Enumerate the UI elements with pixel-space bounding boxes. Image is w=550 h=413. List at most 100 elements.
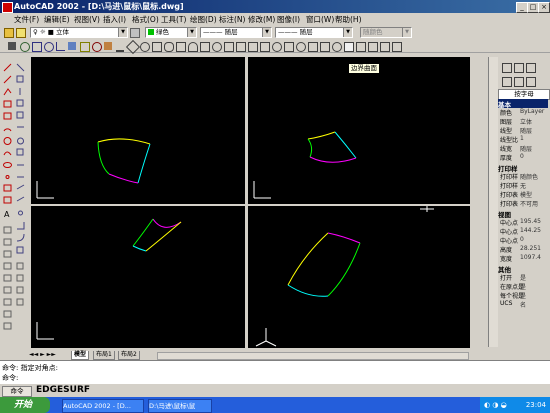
prop-value[interactable]: 144.25 bbox=[520, 227, 541, 234]
close-button[interactable]: × bbox=[538, 2, 550, 13]
hide-icon[interactable] bbox=[392, 42, 402, 52]
section-plotstyle[interactable]: 打印样 bbox=[498, 163, 548, 173]
viewport-top-right[interactable] bbox=[248, 57, 470, 204]
toggle-pickadd-icon[interactable] bbox=[526, 63, 536, 73]
section-view[interactable]: 视图 bbox=[498, 209, 548, 219]
prop-value[interactable]: 模型 bbox=[520, 190, 532, 199]
prop-value[interactable]: 0 bbox=[520, 236, 524, 243]
plotstyle-combo[interactable]: 随颜色 ▼ bbox=[360, 27, 412, 38]
color-combo[interactable]: 绿色 ▼ bbox=[145, 27, 197, 38]
undo-icon[interactable] bbox=[20, 42, 30, 52]
polygon-icon[interactable] bbox=[125, 39, 141, 55]
menu-format[interactable]: 格式(O) bbox=[132, 14, 159, 25]
make-current-icon[interactable] bbox=[130, 28, 140, 38]
rectangle-icon[interactable] bbox=[32, 42, 42, 52]
sphere-icon[interactable] bbox=[164, 42, 174, 52]
tab-layout2[interactable]: 布局2 bbox=[118, 351, 140, 360]
autocad-app-icon[interactable] bbox=[2, 2, 13, 13]
torus-icon[interactable] bbox=[212, 42, 222, 52]
ellipse-icon[interactable] bbox=[140, 42, 150, 52]
menu-image[interactable]: 图像(I) bbox=[277, 14, 300, 25]
cylinder-icon[interactable] bbox=[200, 42, 210, 52]
revolve-icon[interactable] bbox=[236, 42, 246, 52]
menu-insert[interactable]: 插入(I) bbox=[103, 14, 126, 25]
command-prompt[interactable]: 命令: bbox=[2, 373, 18, 383]
menu-view[interactable]: 视图(V) bbox=[74, 14, 100, 25]
command-window[interactable]: 命令: 指定对角点: 命令: bbox=[0, 360, 550, 385]
interfere-icon[interactable] bbox=[272, 42, 282, 52]
prop-value[interactable]: 28.251 bbox=[520, 245, 541, 252]
cone-icon[interactable] bbox=[188, 42, 198, 52]
prop-value[interactable]: 1 bbox=[520, 135, 524, 142]
lineweight-combo[interactable]: ——— 随层 ▼ bbox=[275, 27, 353, 38]
3d-mesh-icon[interactable] bbox=[296, 42, 306, 52]
save-icon[interactable] bbox=[8, 42, 16, 50]
extrude-icon[interactable] bbox=[224, 42, 234, 52]
tab-layout1[interactable]: 布局1 bbox=[93, 351, 115, 360]
section-misc[interactable]: 其他 bbox=[498, 264, 548, 274]
wedge-icon[interactable] bbox=[176, 42, 186, 52]
viewport-bottom-left[interactable] bbox=[31, 206, 245, 348]
shade-icon[interactable] bbox=[380, 42, 390, 52]
taskbar-explorer[interactable]: D:\马进\鼠标\鼠 bbox=[148, 399, 212, 413]
prop-value[interactable]: 是 bbox=[520, 282, 526, 291]
circle-icon[interactable] bbox=[44, 42, 54, 52]
prop-value[interactable]: 是 bbox=[520, 273, 526, 282]
plot-icon[interactable] bbox=[526, 77, 536, 87]
linetype-combo[interactable]: ——— 随层 ▼ bbox=[200, 27, 272, 38]
clock[interactable]: 23:04 bbox=[526, 397, 546, 413]
prop-value[interactable]: 随颜色 bbox=[520, 172, 538, 181]
layer-combo[interactable]: ♀ ☼ ■ 立体 ▼ bbox=[30, 27, 128, 38]
prop-value[interactable]: 不可用 bbox=[520, 199, 538, 208]
revolved-surface-icon[interactable] bbox=[308, 42, 318, 52]
menu-tools[interactable]: 工具(T) bbox=[161, 14, 186, 25]
prop-value[interactable]: 名 bbox=[520, 300, 526, 309]
prop-value[interactable]: 随层 bbox=[520, 144, 532, 153]
copy-icon[interactable] bbox=[80, 42, 90, 52]
slice-icon[interactable] bbox=[248, 42, 258, 52]
menu-draw[interactable]: 绘图(D) bbox=[190, 14, 217, 25]
dim-style-icon[interactable] bbox=[514, 77, 524, 87]
box-icon[interactable] bbox=[152, 42, 162, 52]
block-icon[interactable] bbox=[104, 42, 112, 50]
menu-dimension[interactable]: 标注(N) bbox=[219, 14, 245, 25]
ruled-surface-icon[interactable] bbox=[332, 42, 342, 52]
render-icon[interactable] bbox=[368, 42, 378, 52]
prop-value[interactable]: 1097.4 bbox=[520, 254, 541, 261]
3d-face-icon[interactable] bbox=[284, 42, 294, 52]
taskbar-autocad[interactable]: AutoCAD 2002 - [D... bbox=[62, 399, 144, 413]
prop-value[interactable]: ByLayer bbox=[520, 108, 544, 115]
arc-icon[interactable] bbox=[56, 42, 65, 51]
rotate-icon[interactable] bbox=[92, 42, 102, 52]
menu-edit[interactable]: 编辑(E) bbox=[44, 14, 70, 25]
prop-value[interactable]: 0 bbox=[520, 153, 524, 160]
section-icon[interactable] bbox=[260, 42, 270, 52]
viewport-bottom-right-active[interactable] bbox=[248, 206, 470, 348]
tab-scroll-arrows-icon[interactable]: ◄◄ ► ►► bbox=[29, 351, 56, 358]
menu-file[interactable]: 文件(F) bbox=[14, 14, 39, 25]
prop-value[interactable]: 无 bbox=[520, 181, 526, 190]
layer-state-icon[interactable] bbox=[16, 28, 26, 38]
quick-select-icon[interactable] bbox=[514, 63, 524, 73]
start-button[interactable]: 开始 bbox=[0, 397, 50, 413]
polyline-icon[interactable] bbox=[68, 42, 76, 50]
edge-surface-icon[interactable] bbox=[344, 42, 354, 52]
menu-window[interactable]: 窗口(W) bbox=[306, 14, 334, 25]
prop-value[interactable]: 立体 bbox=[520, 117, 532, 126]
menu-modify[interactable]: 修改(M) bbox=[248, 14, 275, 25]
menu-help[interactable]: 帮助(H) bbox=[335, 14, 362, 25]
text-style-icon[interactable] bbox=[502, 77, 512, 87]
tab-model[interactable]: 模型 bbox=[71, 351, 90, 360]
tray-icons[interactable]: ◐ ◑ ◒ bbox=[484, 397, 507, 413]
section-general[interactable]: 基本 bbox=[498, 99, 548, 109]
prop-value[interactable]: 195.45 bbox=[520, 218, 541, 225]
solid-edit-icon[interactable] bbox=[356, 42, 366, 52]
horizontal-scrollbar[interactable] bbox=[157, 352, 469, 360]
prop-value[interactable]: 随层 bbox=[520, 126, 532, 135]
viewport-top-left[interactable] bbox=[31, 57, 245, 204]
prop-value[interactable]: 是 bbox=[520, 291, 526, 300]
select-objects-icon[interactable] bbox=[502, 63, 512, 73]
tabulated-surface-icon[interactable] bbox=[320, 42, 330, 52]
line-icon[interactable] bbox=[116, 42, 124, 52]
layer-manager-icon[interactable] bbox=[4, 28, 14, 38]
